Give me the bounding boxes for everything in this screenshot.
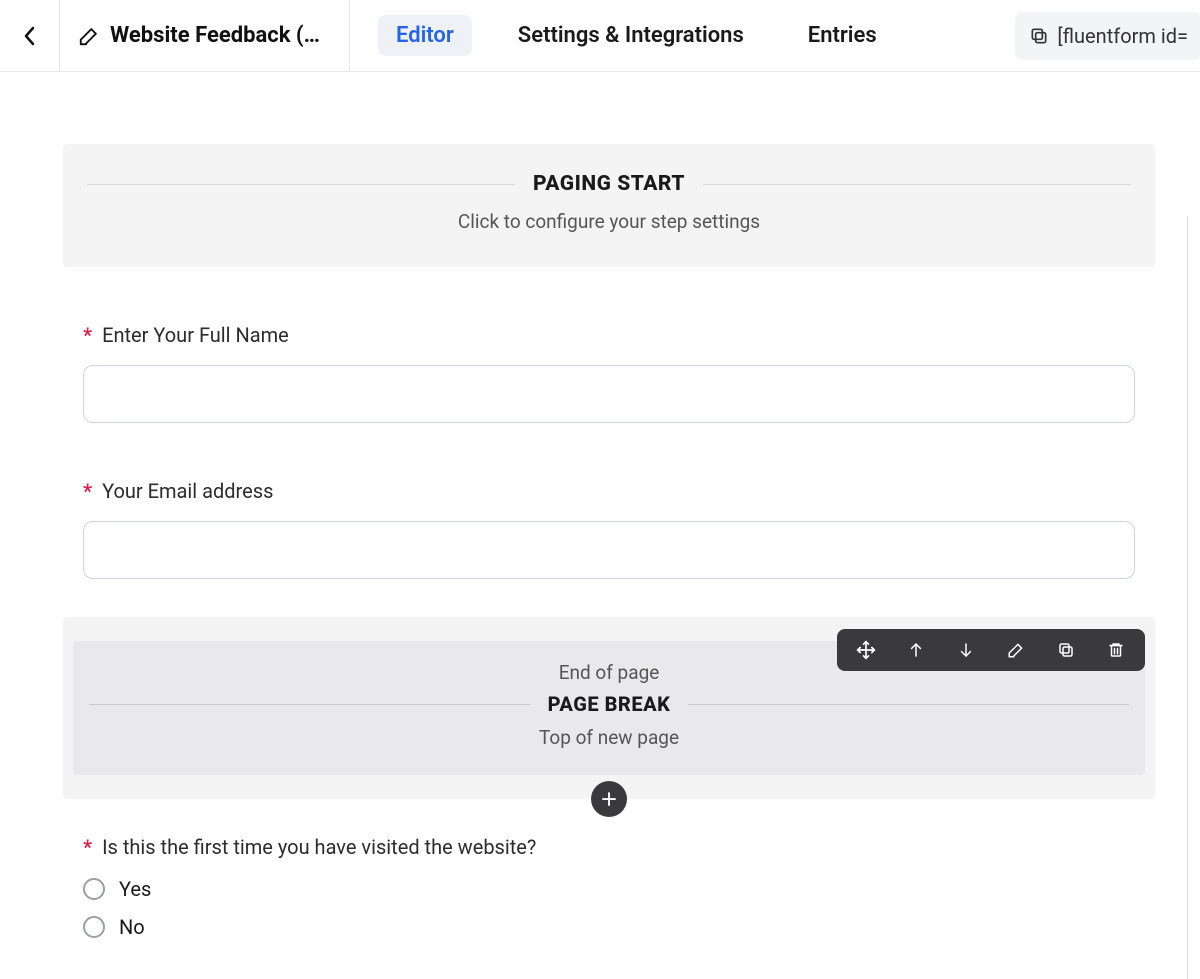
tab-settings[interactable]: Settings & Integrations: [500, 15, 762, 56]
shortcode-pill[interactable]: [fluentform id=: [1015, 12, 1200, 60]
field-name-label: *Enter Your Full Name: [83, 323, 1135, 347]
required-mark: *: [83, 479, 92, 503]
form-title-button[interactable]: Website Feedback (…: [60, 0, 350, 71]
field-email-label: *Your Email address: [83, 479, 1135, 503]
trash-icon: [1107, 641, 1125, 659]
paging-start-subtitle: Click to configure your step settings: [87, 210, 1131, 233]
page-break-bottom-text: Top of new page: [89, 726, 1129, 749]
radio-option-no[interactable]: No: [83, 915, 1135, 939]
paging-start-title: PAGING START: [515, 172, 703, 196]
move-handle[interactable]: [855, 639, 877, 661]
name-input[interactable]: [83, 365, 1135, 423]
tab-entries[interactable]: Entries: [790, 15, 895, 56]
radio-option-label: No: [119, 915, 145, 939]
page-break-block[interactable]: End of page PAGE BREAK Top of new page: [63, 617, 1155, 799]
duplicate-button[interactable]: [1055, 639, 1077, 661]
form-title: Website Feedback (…: [110, 23, 320, 48]
pencil-icon: [78, 25, 100, 47]
back-button[interactable]: [0, 0, 60, 71]
radio-option-label: Yes: [119, 877, 151, 901]
page-break-title: PAGE BREAK: [530, 692, 689, 716]
move-icon: [856, 640, 876, 660]
plus-icon: [600, 790, 618, 808]
copy-icon: [1057, 641, 1075, 659]
arrow-down-icon: [957, 641, 975, 659]
pencil-icon: [1007, 641, 1025, 659]
edit-button[interactable]: [1005, 639, 1027, 661]
required-mark: *: [83, 835, 92, 859]
top-bar: Website Feedback (… Editor Settings & In…: [0, 0, 1200, 72]
copy-icon: [1029, 26, 1049, 46]
field-name[interactable]: *Enter Your Full Name: [63, 323, 1155, 423]
required-mark: *: [83, 323, 92, 347]
radio-option-yes[interactable]: Yes: [83, 877, 1135, 901]
form-canvas: PAGING START Click to configure your ste…: [63, 144, 1155, 939]
tab-editor[interactable]: Editor: [378, 15, 472, 56]
panel-divider: [1187, 216, 1188, 979]
field-email[interactable]: *Your Email address: [63, 479, 1155, 579]
field-radio-first-visit[interactable]: *Is this the first time you have visited…: [63, 835, 1155, 939]
paging-start-block[interactable]: PAGING START Click to configure your ste…: [63, 144, 1155, 267]
add-field-button[interactable]: [591, 781, 627, 817]
header-tabs: Editor Settings & Integrations Entries: [350, 15, 895, 56]
chevron-left-icon: [22, 24, 38, 48]
email-input[interactable]: [83, 521, 1135, 579]
field-toolbar: [837, 629, 1145, 671]
move-up-button[interactable]: [905, 639, 927, 661]
radio-circle-icon: [83, 878, 105, 900]
delete-button[interactable]: [1105, 639, 1127, 661]
move-down-button[interactable]: [955, 639, 977, 661]
arrow-up-icon: [907, 641, 925, 659]
radio-circle-icon: [83, 916, 105, 938]
radio-label: *Is this the first time you have visited…: [83, 835, 1135, 859]
shortcode-text: [fluentform id=: [1057, 24, 1188, 48]
